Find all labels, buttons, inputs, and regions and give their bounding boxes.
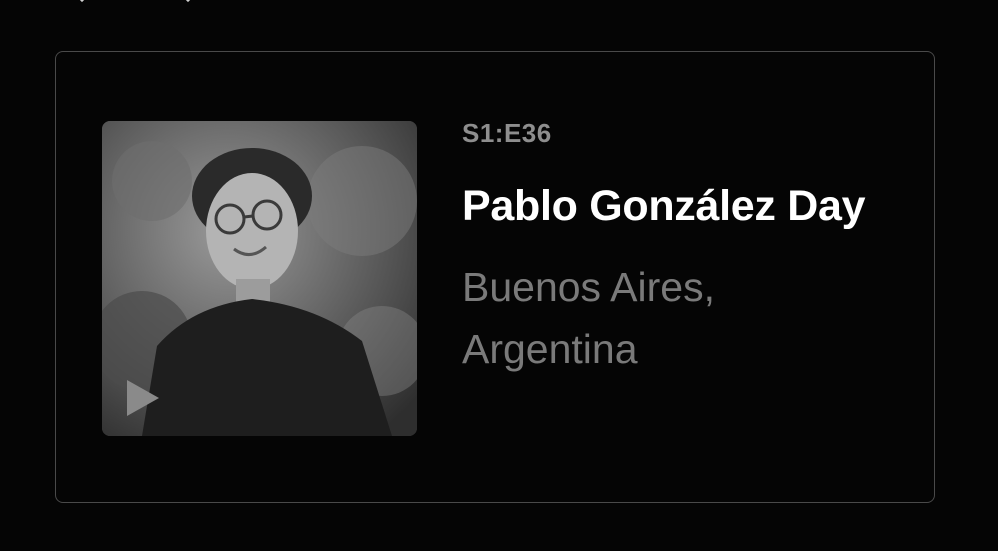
episode-thumbnail[interactable]: [102, 121, 417, 436]
guest-location: Buenos Aires, Argentina: [462, 264, 715, 372]
episode-card[interactable]: S1:E36 Pablo González Day Buenos Aires, …: [55, 51, 935, 503]
top-chevron-icons: [79, 0, 191, 3]
episode-code: S1:E36: [462, 118, 552, 148]
episode-text: S1:E36 Pablo González Day Buenos Aires, …: [462, 116, 912, 380]
guest-name[interactable]: Pablo González Day: [462, 176, 912, 236]
play-icon[interactable]: [125, 378, 161, 418]
